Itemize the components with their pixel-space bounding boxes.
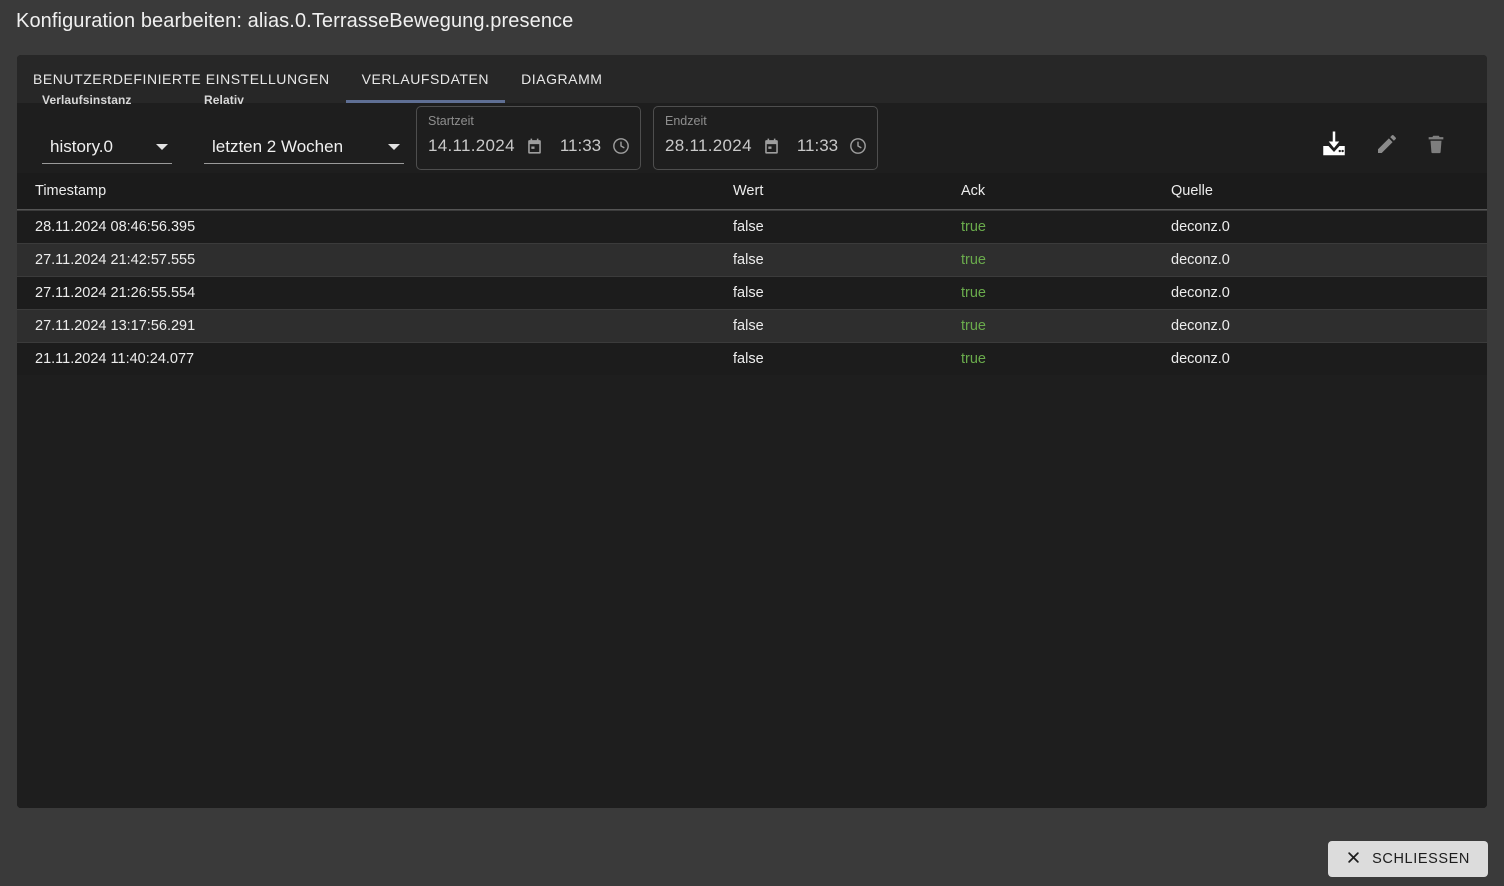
cell-wert: false: [733, 219, 764, 235]
table-row[interactable]: 27.11.2024 21:42:57.555 false true decon…: [17, 243, 1487, 276]
history-table: Timestamp Wert Ack Quelle 28.11.2024 08:…: [17, 173, 1487, 808]
toolbar-actions: [1319, 129, 1487, 173]
column-header-timestamp: Timestamp: [35, 183, 107, 199]
cell-wert: false: [733, 285, 764, 301]
cell-ack: true: [961, 252, 986, 268]
cell-ack: true: [961, 318, 986, 334]
edit-icon[interactable]: [1375, 132, 1399, 156]
relative-range-select[interactable]: Relativ letzten 2 Wochen: [204, 93, 404, 173]
cell-timestamp: 27.11.2024 21:42:57.555: [35, 252, 196, 268]
table-header-row: Timestamp Wert Ack Quelle: [17, 173, 1487, 210]
column-header-ack: Ack: [961, 183, 986, 199]
cell-ack: true: [961, 285, 986, 301]
cell-ack: true: [961, 351, 986, 367]
start-date-value: 14.11.2024: [428, 136, 515, 155]
history-toolbar: Verlaufsinstanz history.0 Relativ letzte…: [17, 93, 1487, 173]
tab-diagram[interactable]: DIAGRAMM: [505, 55, 618, 103]
clock-icon[interactable]: [848, 136, 868, 156]
end-time-field[interactable]: Endzeit 28.11.2024 11:33: [653, 106, 878, 170]
relative-range-label: Relativ: [204, 93, 245, 107]
cell-wert: false: [733, 252, 764, 268]
calendar-icon[interactable]: [762, 137, 781, 156]
column-header-wert: Wert: [733, 183, 764, 199]
page-title: Konfiguration bearbeiten: alias.0.Terras…: [16, 10, 574, 32]
chevron-down-icon: [156, 144, 168, 150]
close-button-label: SCHLIESSEN: [1372, 851, 1470, 867]
end-date-value: 28.11.2024: [665, 136, 752, 155]
download-icon[interactable]: [1319, 129, 1349, 159]
tab-history-data[interactable]: VERLAUFSDATEN: [345, 55, 506, 103]
relative-range-value: letzten 2 Wochen: [212, 137, 344, 156]
table-row[interactable]: 28.11.2024 08:46:56.395 false true decon…: [17, 210, 1487, 243]
start-time-value: 11:33: [559, 136, 602, 155]
end-time-value: 11:33: [796, 136, 839, 155]
cell-timestamp: 21.11.2024 11:40:24.077: [35, 351, 195, 367]
cell-quelle: deconz.0: [1171, 219, 1230, 235]
delete-icon[interactable]: [1425, 133, 1447, 155]
cell-quelle: deconz.0: [1171, 285, 1230, 301]
end-time-label: Endzeit: [665, 114, 707, 128]
cell-timestamp: 27.11.2024 13:17:56.291: [35, 318, 196, 334]
cell-wert: false: [733, 351, 764, 367]
close-icon: [1346, 850, 1361, 869]
app-root: Konfiguration bearbeiten: alias.0.Terras…: [0, 0, 1504, 886]
table-row[interactable]: 21.11.2024 11:40:24.077 false true decon…: [17, 342, 1487, 375]
calendar-icon[interactable]: [525, 137, 544, 156]
history-instance-select[interactable]: Verlaufsinstanz history.0: [42, 93, 172, 173]
cell-timestamp: 27.11.2024 21:26:55.554: [35, 285, 196, 301]
clock-icon[interactable]: [611, 136, 631, 156]
tab-label: DIAGRAMM: [521, 71, 603, 87]
cell-timestamp: 28.11.2024 08:46:56.395: [35, 219, 196, 235]
tab-label: VERLAUFSDATEN: [361, 71, 490, 87]
cell-wert: false: [733, 318, 764, 334]
cell-quelle: deconz.0: [1171, 318, 1230, 334]
close-button[interactable]: SCHLIESSEN: [1328, 841, 1488, 877]
table-row[interactable]: 27.11.2024 13:17:56.291 false true decon…: [17, 309, 1487, 342]
cell-quelle: deconz.0: [1171, 252, 1230, 268]
table-empty-area: [17, 375, 1487, 808]
cell-ack: true: [961, 219, 986, 235]
dialog-panel: BENUTZERDEFINIERTE EINSTELLUNGEN VERLAUF…: [17, 55, 1487, 808]
history-instance-value: history.0: [50, 137, 113, 156]
start-time-field[interactable]: Startzeit 14.11.2024 11:33: [416, 106, 641, 170]
table-row[interactable]: 27.11.2024 21:26:55.554 false true decon…: [17, 276, 1487, 309]
cell-quelle: deconz.0: [1171, 351, 1230, 367]
column-header-quelle: Quelle: [1171, 183, 1213, 199]
chevron-down-icon: [388, 144, 400, 150]
history-instance-label: Verlaufsinstanz: [42, 93, 132, 107]
tab-label: BENUTZERDEFINIERTE EINSTELLUNGEN: [33, 71, 330, 87]
start-time-label: Startzeit: [428, 114, 474, 128]
